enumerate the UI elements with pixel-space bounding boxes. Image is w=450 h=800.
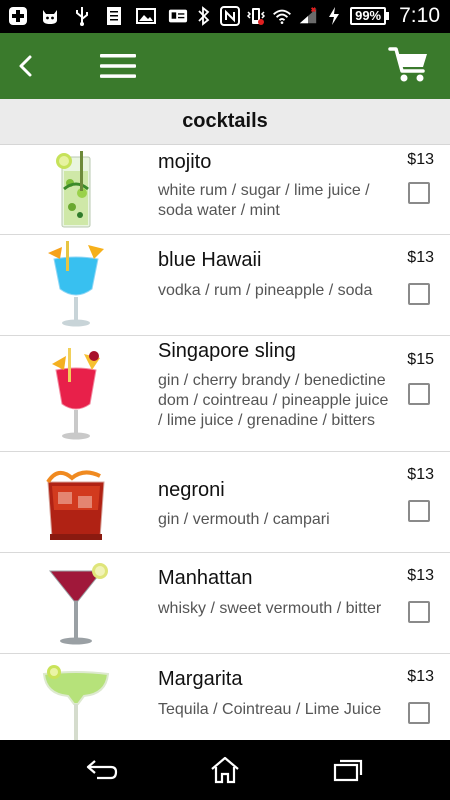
section-header: cocktails bbox=[0, 99, 450, 145]
manhattan-glass-icon bbox=[48, 563, 108, 645]
item-name: Margarita bbox=[158, 668, 243, 690]
item-price: $13 bbox=[407, 466, 434, 483]
id-card-icon bbox=[168, 6, 188, 26]
item-checkbox[interactable] bbox=[408, 702, 430, 724]
nfc-icon bbox=[220, 6, 241, 26]
image-icon bbox=[136, 6, 156, 26]
back-chevron-icon bbox=[19, 55, 32, 77]
item-ingredients: Tequila / Cointreau / Lime Juice bbox=[158, 701, 382, 718]
home-icon bbox=[211, 756, 239, 784]
recent-apps-icon bbox=[333, 759, 363, 782]
item-price: $13 bbox=[407, 668, 434, 685]
shopping-cart-icon bbox=[388, 47, 427, 82]
signal-icon bbox=[298, 6, 318, 26]
item-price: $15 bbox=[407, 351, 434, 368]
mojito-glass-icon bbox=[56, 151, 91, 228]
hamburger-menu-icon bbox=[100, 54, 136, 78]
item-ingredients: gin / cherry brandy / benedictine dom / … bbox=[158, 372, 389, 429]
usb-icon bbox=[72, 6, 92, 26]
document-icon bbox=[104, 6, 124, 26]
item-name: blue Hawaii bbox=[158, 249, 262, 271]
nav-back-button[interactable] bbox=[80, 752, 124, 788]
nav-home-button[interactable] bbox=[203, 752, 247, 788]
item-checkbox[interactable] bbox=[408, 383, 430, 405]
item-price: $13 bbox=[407, 567, 434, 584]
wifi-icon bbox=[272, 6, 292, 26]
battery-indicator: 99% bbox=[350, 6, 390, 26]
battery-nub bbox=[386, 12, 390, 20]
back-icon bbox=[86, 760, 118, 780]
back-button[interactable] bbox=[6, 46, 46, 86]
negroni-glass-icon bbox=[46, 470, 105, 540]
item-checkbox[interactable] bbox=[408, 283, 430, 305]
item-ingredients: whisky / sweet vermouth / bitter bbox=[158, 600, 382, 617]
item-name: negroni bbox=[158, 479, 225, 501]
plus-icon bbox=[8, 6, 28, 26]
list-item[interactable]: Manhattan whisky / sweet vermouth / bitt… bbox=[0, 553, 450, 654]
item-ingredients: vodka / rum / pineapple / soda bbox=[158, 282, 373, 299]
notification-icons bbox=[8, 5, 188, 27]
nav-recent-apps-button[interactable] bbox=[326, 752, 370, 788]
item-checkbox[interactable] bbox=[408, 601, 430, 623]
list-item[interactable]: blue Hawaii vodka / rum / pineapple / so… bbox=[0, 235, 450, 336]
vibrate-icon bbox=[246, 6, 266, 26]
item-checkbox[interactable] bbox=[408, 500, 430, 522]
app-bar bbox=[0, 33, 450, 99]
item-price: $13 bbox=[407, 151, 434, 168]
blue-hawaii-glass-icon bbox=[48, 241, 104, 327]
item-name: mojito bbox=[158, 151, 212, 173]
cart-button[interactable] bbox=[386, 42, 432, 88]
list-item[interactable]: negroni gin / vermouth / campari $13 bbox=[0, 452, 450, 553]
margarita-glass-icon bbox=[42, 665, 110, 740]
bluetooth-icon bbox=[194, 6, 214, 26]
item-name: Singapore sling bbox=[158, 340, 296, 362]
cocktail-list: mojito white rum / sugar / lime juice / … bbox=[0, 145, 450, 740]
item-checkbox[interactable] bbox=[408, 182, 430, 204]
section-title: cocktails bbox=[182, 110, 268, 132]
item-price: $13 bbox=[407, 249, 434, 266]
list-item[interactable]: mojito white rum / sugar / lime juice / … bbox=[0, 145, 450, 235]
status-bar: 99% 7:10 bbox=[0, 0, 450, 33]
navigation-bar bbox=[0, 740, 450, 800]
clock: 7:10 bbox=[399, 4, 440, 27]
item-ingredients: white rum / sugar / lime juice / soda wa… bbox=[158, 182, 370, 219]
item-name: Manhattan bbox=[158, 567, 253, 589]
cat-icon bbox=[40, 6, 60, 26]
charging-icon bbox=[324, 6, 344, 26]
battery-level: 99% bbox=[350, 7, 387, 25]
list-item[interactable]: Singapore sling gin / cherry brandy / be… bbox=[0, 336, 450, 452]
menu-button[interactable] bbox=[96, 46, 140, 86]
list-item[interactable]: Margarita Tequila / Cointreau / Lime Jui… bbox=[0, 654, 450, 740]
singapore-sling-glass-icon bbox=[52, 348, 100, 440]
item-ingredients: gin / vermouth / campari bbox=[158, 511, 330, 528]
system-icons: 99% 7:10 bbox=[194, 4, 440, 28]
